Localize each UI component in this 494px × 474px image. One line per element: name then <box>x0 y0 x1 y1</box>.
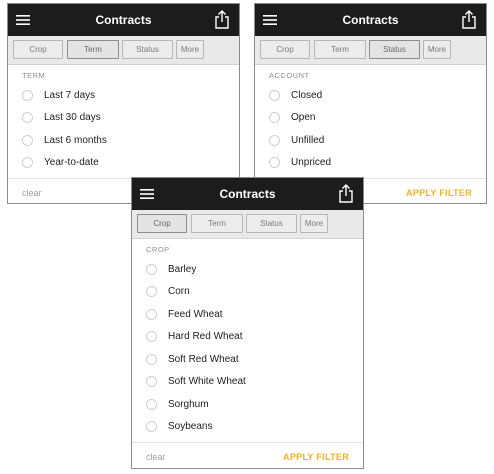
radio-unchecked-icon <box>22 90 33 101</box>
tab-term[interactable]: Term <box>191 214 243 233</box>
share-icon[interactable] <box>214 10 230 29</box>
radio-unchecked-icon <box>269 135 280 146</box>
page-title: Contracts <box>342 13 399 27</box>
radio-unchecked-icon <box>146 354 157 365</box>
radio-unchecked-icon <box>22 112 33 123</box>
section-label: CROP <box>146 245 170 254</box>
radio-unchecked-icon <box>146 421 157 432</box>
radio-unchecked-icon <box>22 157 33 168</box>
status-filter-screen: Contracts Crop Term Status More ACCOUNT … <box>254 3 487 204</box>
tab-status[interactable]: Status <box>246 214 297 233</box>
tab-term[interactable]: Term <box>67 40 119 59</box>
page-title: Contracts <box>95 13 152 27</box>
radio-unchecked-icon <box>146 264 157 275</box>
apply-filter-button[interactable]: APPLY FILTER <box>283 452 349 462</box>
section-label: ACCOUNT <box>269 71 310 80</box>
tab-more[interactable]: More <box>423 40 451 59</box>
share-icon[interactable] <box>338 184 354 203</box>
app-header: Contracts <box>132 178 363 210</box>
share-icon[interactable] <box>461 10 477 29</box>
radio-unchecked-icon <box>146 309 157 320</box>
apply-filter-button[interactable]: APPLY FILTER <box>406 188 472 198</box>
page-title: Contracts <box>219 187 276 201</box>
clear-button[interactable]: clear <box>22 188 42 198</box>
radio-unchecked-icon <box>146 331 157 342</box>
filter-tabs: Crop Term Status More <box>255 36 486 65</box>
clear-button[interactable]: clear <box>146 452 166 462</box>
radio-unchecked-icon <box>269 90 280 101</box>
tab-status[interactable]: Status <box>369 40 420 59</box>
footer-divider <box>132 442 363 443</box>
radio-unchecked-icon <box>269 112 280 123</box>
tab-more[interactable]: More <box>300 214 328 233</box>
crop-filter-screen: Contracts Crop Term Status More CROP Bar… <box>131 177 364 469</box>
tab-crop[interactable]: Crop <box>260 40 310 59</box>
tab-crop[interactable]: Crop <box>13 40 63 59</box>
section-label: TERM <box>22 71 46 80</box>
app-header: Contracts <box>8 4 239 36</box>
term-filter-screen: Contracts Crop Term Status More TERM Las… <box>7 3 240 204</box>
radio-unchecked-icon <box>146 286 157 297</box>
radio-unchecked-icon <box>269 157 280 168</box>
tab-term[interactable]: Term <box>314 40 366 59</box>
tab-crop[interactable]: Crop <box>137 214 187 233</box>
filter-tabs: Crop Term Status More <box>132 210 363 239</box>
tab-status[interactable]: Status <box>122 40 173 59</box>
radio-unchecked-icon <box>146 376 157 387</box>
app-header: Contracts <box>255 4 486 36</box>
tab-more[interactable]: More <box>176 40 204 59</box>
radio-unchecked-icon <box>146 399 157 410</box>
radio-unchecked-icon <box>22 135 33 146</box>
filter-tabs: Crop Term Status More <box>8 36 239 65</box>
